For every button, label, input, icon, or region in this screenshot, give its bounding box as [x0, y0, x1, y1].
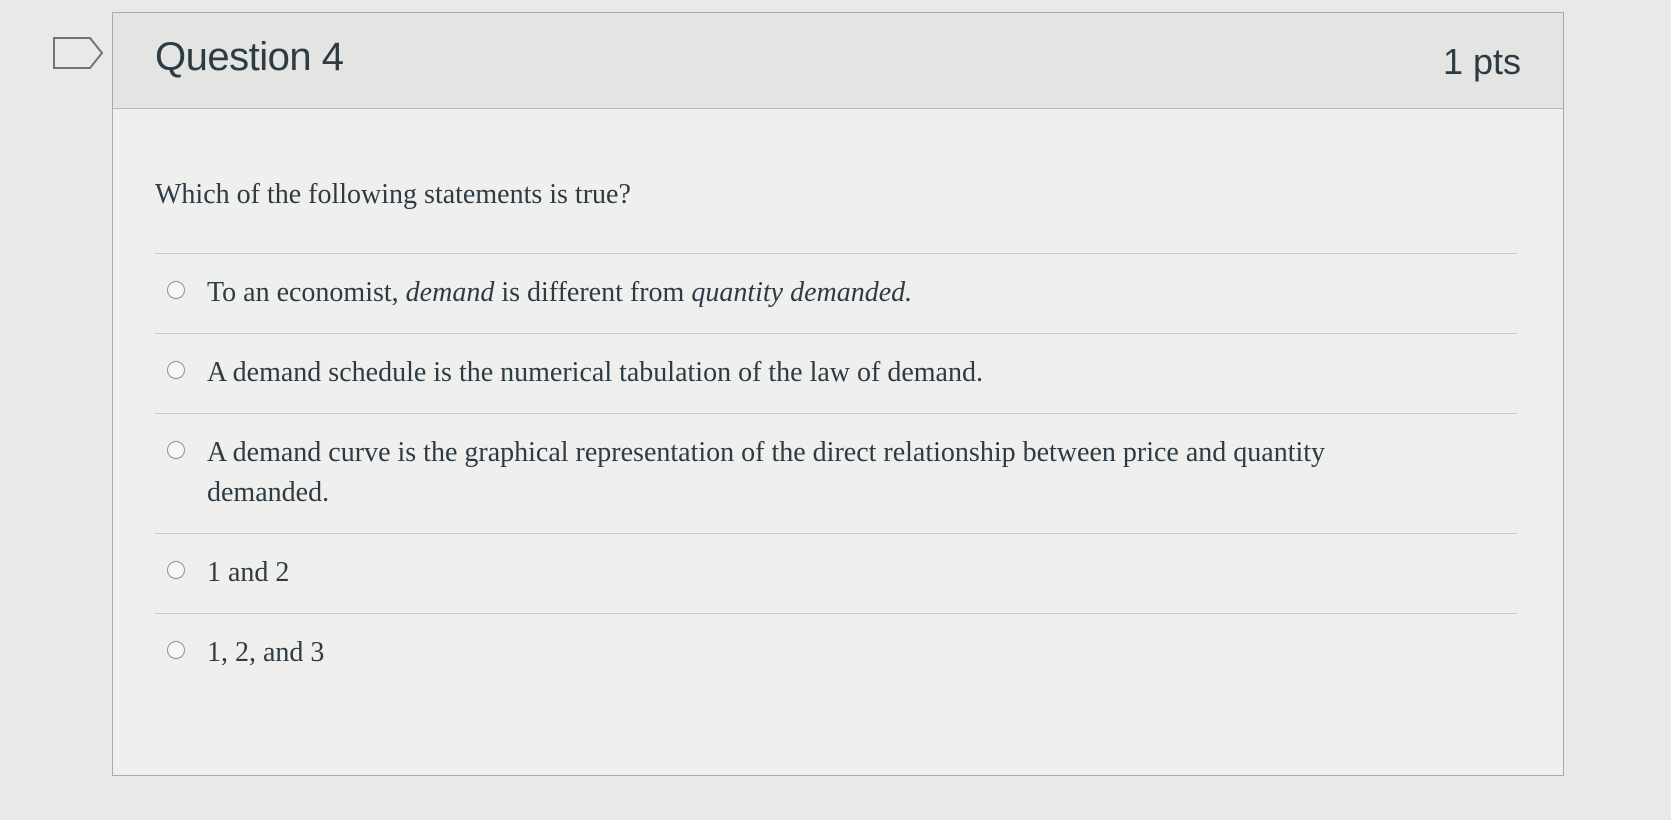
radio-button-icon[interactable] — [167, 641, 185, 659]
radio-button-icon[interactable] — [167, 361, 185, 379]
answer-divider — [155, 413, 1517, 414]
answer-divider — [155, 533, 1517, 534]
radio-button-icon[interactable] — [167, 281, 185, 299]
answer-label: A demand schedule is the numerical tabul… — [207, 357, 983, 388]
answer-option-2[interactable]: A demand schedule is the numerical tabul… — [155, 353, 1517, 409]
question-title: Question 4 — [155, 35, 344, 79]
answer-label: A demand curve is the graphical represen… — [207, 437, 1326, 508]
radio-button-icon[interactable] — [167, 561, 185, 579]
question-header: Question 4 1 pts — [113, 13, 1563, 109]
answer-text: To an economist, — [207, 277, 406, 308]
answer-option-4[interactable]: 1 and 2 — [155, 553, 1517, 609]
answer-divider — [155, 253, 1517, 254]
answer-text-italic: demand — [405, 277, 495, 308]
answer-divider — [155, 613, 1517, 614]
answer-option-3[interactable]: A demand curve is the graphical represen… — [155, 433, 1517, 523]
question-points: 1 pts — [1442, 41, 1521, 82]
question-card: Question 4 1 pts Which of the following … — [112, 12, 1564, 776]
answer-text-italic: quantity demanded. — [691, 277, 913, 308]
question-prompt: Which of the following statements is tru… — [155, 179, 631, 210]
answer-divider — [155, 333, 1517, 334]
answer-option-5[interactable]: 1, 2, and 3 — [155, 633, 1517, 689]
answer-label: 1 and 2 — [207, 557, 290, 588]
answer-label: To an economist, demand is different fro… — [207, 273, 1407, 313]
answer-option-1[interactable]: To an economist, demand is different fro… — [155, 273, 1517, 329]
answer-label: 1, 2, and 3 — [207, 637, 325, 668]
radio-button-icon[interactable] — [167, 441, 185, 459]
flag-question-icon[interactable] — [52, 36, 104, 70]
answer-text: is different from — [494, 277, 692, 308]
